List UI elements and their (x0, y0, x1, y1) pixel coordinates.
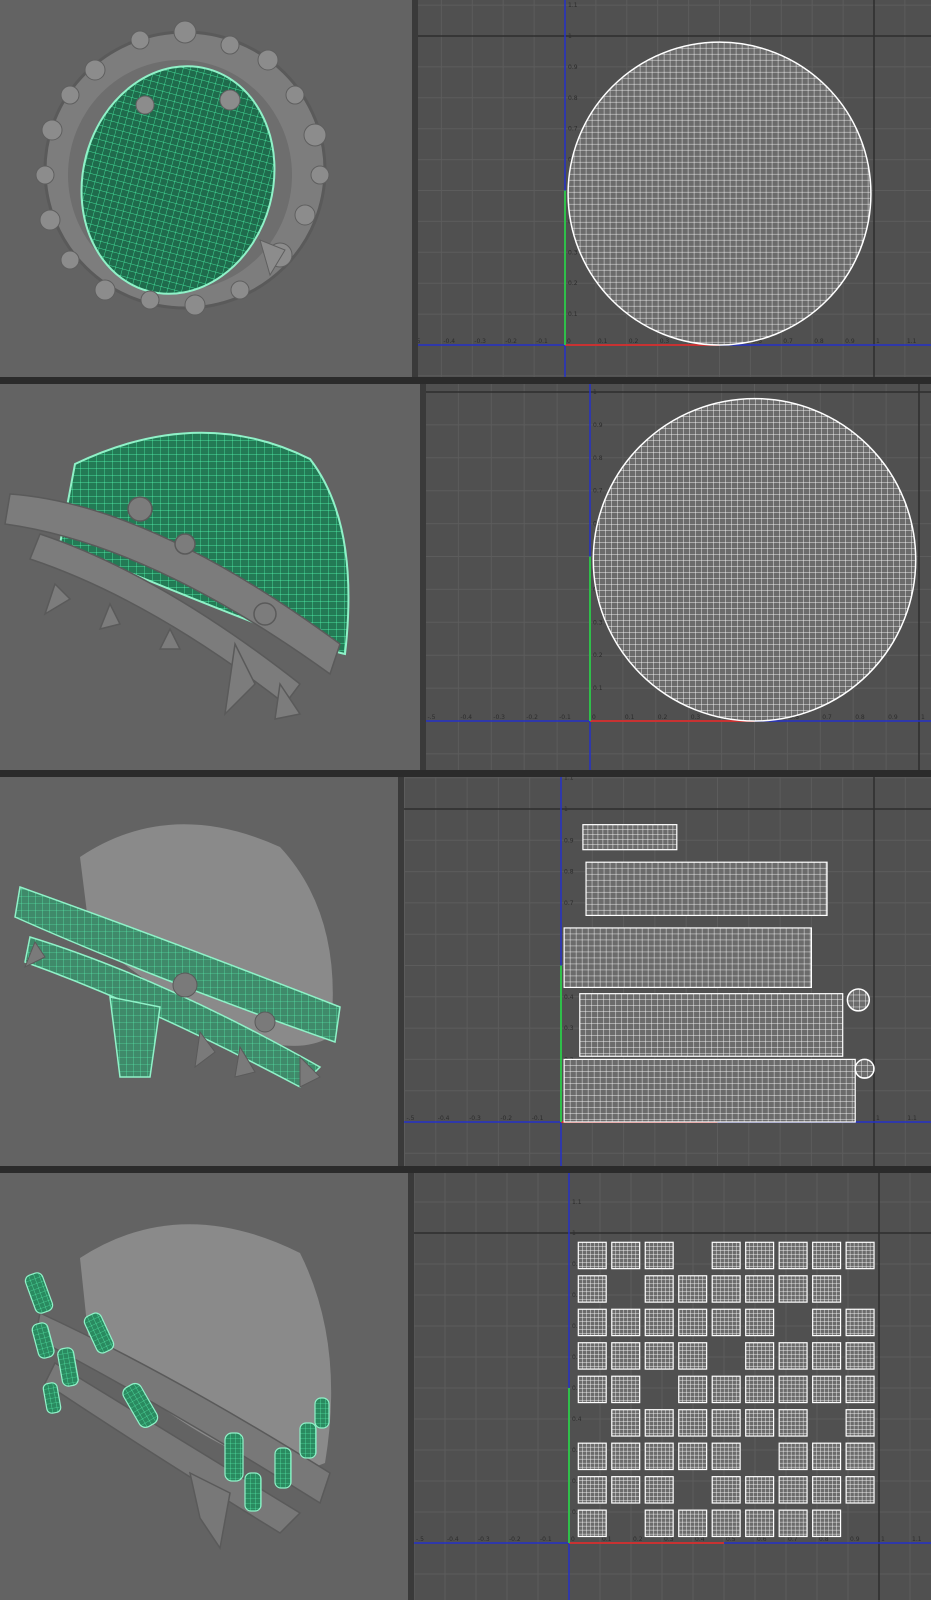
uv-editor-3[interactable]: -.5-0.4-0.3-0.2-0.100.10.20.30.40.50.60.… (404, 777, 931, 1166)
x-tick-label: 0.9 (888, 714, 898, 721)
x-tick-label: 1 (921, 714, 925, 721)
x-tick-label: -0.2 (526, 714, 538, 721)
y-tick-label: 0.1 (568, 311, 578, 318)
x-tick-label: -0.4 (443, 338, 455, 345)
panel-row-4: -.5 -0.4 -0.3 -0.2 -0.1 0 0.1 0.2 0.3 0.4 0.5 0.6 0.… (0, 1173, 931, 1600)
x-tick-label: -0.3 (469, 1115, 481, 1122)
x-tick-label: -0.4 (460, 714, 472, 721)
x-tick-label: 1.1 (907, 1115, 917, 1122)
x-tick-label: -0.1 (559, 714, 571, 721)
y-tick-label: 0.7 (564, 900, 574, 907)
y-tick-label: 0.9 (593, 422, 603, 429)
viewport-3d-1[interactable] (0, 0, 412, 377)
viewport-3d-3[interactable] (0, 777, 398, 1166)
y-tick-label: 0.3 (568, 249, 578, 256)
uv-shells[interactable] (567, 41, 872, 346)
y-tick-label: 0.3 (593, 619, 603, 626)
x-tick-label: 0 (592, 714, 596, 721)
x-tick-label: -.5 (418, 338, 421, 345)
uv-editor-2[interactable]: -.5-0.4-0.3-0.2-0.100.10.20.30.40.50.60.… (426, 384, 931, 770)
y-tick-label: 1 (564, 806, 568, 813)
uv-shells[interactable] (577, 1241, 875, 1538)
x-tick-label: 0.1 (598, 338, 608, 345)
y-tick-label: 0.4 (572, 1416, 582, 1423)
y-tick-label: 0.8 (593, 455, 603, 462)
x-tick-label: -0.1 (536, 338, 548, 345)
x-tick-label: -0.3 (478, 1536, 490, 1543)
uv-canvas-1: -.5-0.4-0.3-0.2-0.100.10.20.30.40.50.60.… (418, 0, 931, 377)
x-tick-label: 1 (876, 1115, 880, 1122)
x-tick-label: 0.2 (658, 714, 668, 721)
uv-canvas-4: -.5 -0.4 -0.3 -0.2 -0.1 0 0.1 0.2 0.3 0.4 0.5 0.6 0.… (414, 1173, 931, 1600)
model-spikes-view (24, 1224, 332, 1550)
x-tick-label: 0.3 (691, 714, 701, 721)
y-tick-label: 0.2 (568, 280, 578, 287)
x-tick-label: 0.8 (855, 714, 865, 721)
x-tick-label: 0 (567, 338, 571, 345)
x-tick-label: -.5 (428, 714, 436, 721)
uv-canvas-2: -.5-0.4-0.3-0.2-0.100.10.20.30.40.50.60.… (426, 384, 931, 770)
viewport-3d-2[interactable] (0, 384, 420, 770)
x-tick-label: 0 (571, 1536, 575, 1543)
y-tick-label: 0.7 (593, 488, 603, 495)
viewport-3d-4[interactable] (0, 1173, 408, 1600)
uv-shells[interactable] (592, 397, 917, 722)
x-tick-label: -0.1 (540, 1536, 552, 1543)
y-tick-label: 1.1 (572, 1199, 582, 1206)
x-tick-label: -0.3 (493, 714, 505, 721)
x-tick-label: 0.3 (660, 338, 670, 345)
x-tick-label: 1.1 (907, 338, 917, 345)
panel-row-2: -.5-0.4-0.3-0.2-0.100.10.20.30.40.50.60.… (0, 384, 931, 770)
y-tick-label: 0.8 (564, 869, 574, 876)
panel-row-1: -.5-0.4-0.3-0.2-0.100.10.20.30.40.50.60.… (0, 0, 931, 377)
x-tick-label: -0.1 (532, 1115, 544, 1122)
model-cap-side-view (4, 431, 350, 720)
x-tick-label: 1.1 (912, 1536, 922, 1543)
x-tick-label: 0.7 (822, 714, 832, 721)
y-tick-label: 1 (572, 1230, 576, 1237)
x-tick-label: 0.2 (633, 1536, 643, 1543)
x-tick-label: -0.4 (438, 1115, 450, 1122)
x-tick-label: -0.2 (509, 1536, 521, 1543)
panel-row-3: -.5-0.4-0.3-0.2-0.100.10.20.30.40.50.60.… (0, 777, 931, 1166)
y-tick-label: 1.1 (568, 2, 578, 9)
y-tick-label: 1 (568, 33, 572, 40)
x-tick-label: -0.4 (447, 1536, 459, 1543)
x-tick-label: 1 (881, 1536, 885, 1543)
x-tick-label: 0.9 (850, 1536, 860, 1543)
x-tick-label: 0.2 (629, 338, 639, 345)
y-tick-label: 0.9 (564, 837, 574, 844)
y-tick-label: 0.2 (593, 652, 603, 659)
y-tick-label: 0.9 (568, 64, 578, 71)
y-tick-label: 0.3 (564, 1025, 574, 1032)
x-tick-label: -0.3 (474, 338, 486, 345)
model-band-view (14, 824, 341, 1088)
y-tick-label: 1.1 (564, 777, 574, 782)
y-tick-label: 0.7 (568, 126, 578, 133)
x-tick-label: -0.2 (500, 1115, 512, 1122)
model-cap-bottom-view (35, 20, 330, 316)
y-tick-label: 1 (593, 389, 597, 396)
x-tick-label: 0.8 (814, 338, 824, 345)
x-tick-label: 0.1 (625, 714, 635, 721)
x-tick-label: 1 (876, 338, 880, 345)
uv-shells[interactable] (563, 824, 875, 1123)
uv-editor-4[interactable]: -.5 -0.4 -0.3 -0.2 -0.1 0 0.1 0.2 0.3 0.4 0.5 0.6 0.… (414, 1173, 931, 1600)
x-tick-label: 0.9 (845, 338, 855, 345)
x-tick-label: -.5 (407, 1115, 415, 1122)
x-tick-label: -0.2 (505, 338, 517, 345)
uv-editor-1[interactable]: -.5-0.4-0.3-0.2-0.100.10.20.30.40.50.60.… (418, 0, 931, 377)
uv-canvas-3: -.5-0.4-0.3-0.2-0.100.10.20.30.40.50.60.… (404, 777, 931, 1166)
y-tick-label: 0.1 (593, 685, 603, 692)
x-tick-label: 0.7 (783, 338, 793, 345)
y-tick-label: 0.4 (564, 994, 574, 1001)
x-tick-label: -.5 (416, 1536, 424, 1543)
y-tick-label: 0.8 (568, 95, 578, 102)
